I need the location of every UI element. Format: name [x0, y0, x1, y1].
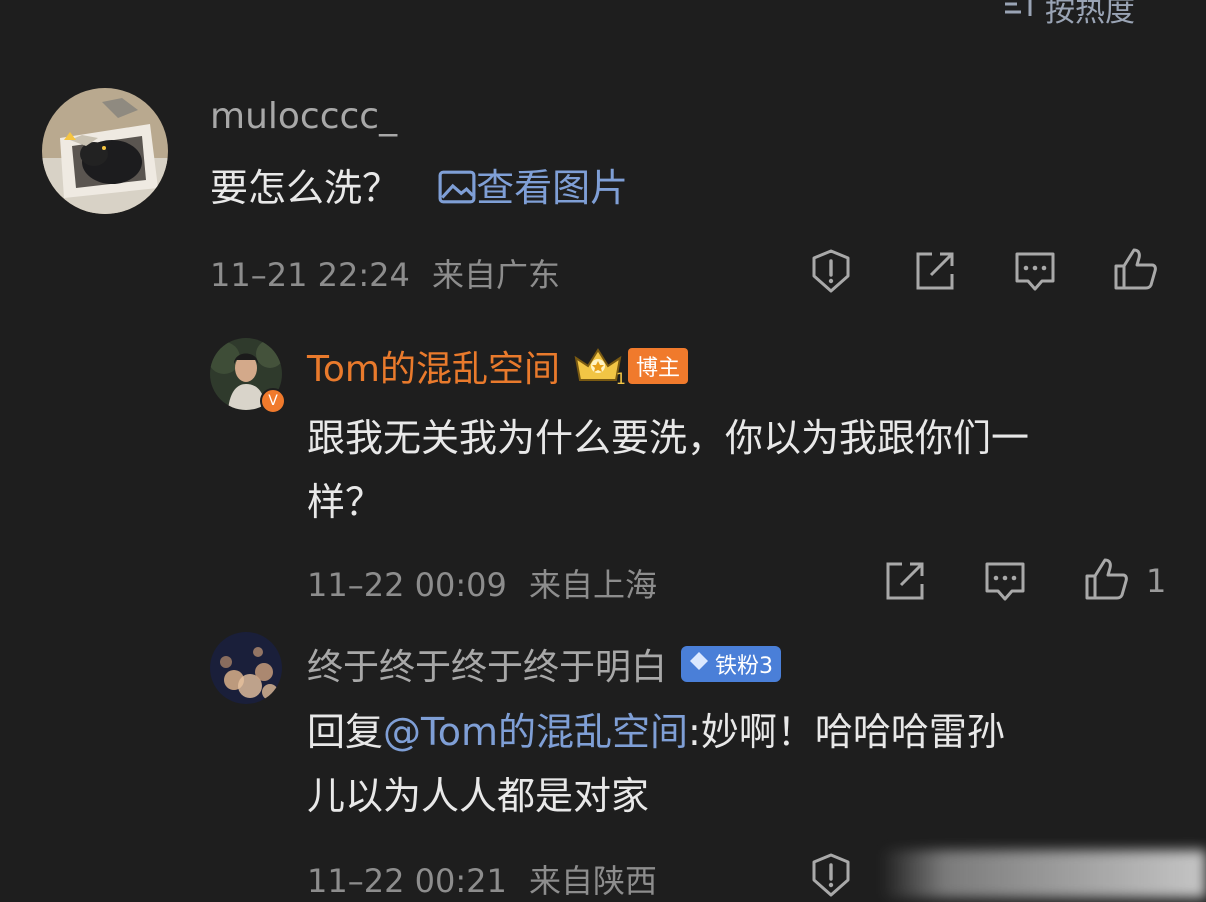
reply-time: 11–22 00:09 — [307, 566, 507, 604]
reply-text: 跟我无关我为什么要洗，你以为我跟你们一 样？ — [307, 406, 1177, 534]
report-icon[interactable] — [808, 248, 854, 294]
reply-text-line1: 跟我无关我为什么要洗，你以为我跟你们一 — [307, 416, 1030, 460]
sort-icon — [1003, 0, 1039, 30]
watermark-overlay — [880, 850, 1206, 898]
crown-icon: 1 — [572, 344, 626, 388]
verified-icon: V — [260, 388, 286, 414]
like-icon[interactable] — [1083, 556, 1129, 602]
share-icon[interactable] — [912, 248, 958, 294]
fan-badge-label: 铁粉3 — [715, 654, 774, 679]
comment-username[interactable]: mulocccc_ — [210, 96, 397, 137]
fan-badge: 铁粉3 — [681, 646, 782, 682]
view-image-label[interactable]: 查看图片 — [476, 166, 628, 210]
view-image-link[interactable]: 查看图片 — [438, 166, 628, 210]
mention-link[interactable]: @Tom的混乱空间 — [383, 710, 688, 754]
comment-text: 要怎么洗？ 查看图片 — [210, 156, 628, 220]
reply-icon[interactable] — [1012, 248, 1058, 294]
reply2-text-line2: 儿以为人人都是对家 — [307, 774, 650, 818]
comment-location: 来自广东 — [432, 256, 561, 294]
sort-label: 按热度 — [1045, 0, 1135, 29]
reply-author-row: Tom的混乱空间 1 博主 — [307, 340, 688, 392]
reply-meta: 11–22 00:09 来自上海 — [307, 560, 657, 606]
reply2-time: 11–22 00:21 — [307, 862, 507, 900]
comment-meta: 11–21 22:24 来自广东 — [210, 250, 560, 296]
reply-username[interactable]: Tom的混乱空间 — [307, 340, 560, 392]
avatar-mulocccc[interactable] — [42, 88, 168, 214]
diamond-icon — [690, 652, 709, 670]
crown-level: 1 — [615, 369, 626, 388]
like-icon[interactable] — [1112, 246, 1158, 292]
reply-icon[interactable] — [982, 558, 1028, 604]
like-count: 1 — [1146, 562, 1167, 600]
comment-body: 要怎么洗？ — [210, 166, 401, 210]
image-icon — [438, 170, 476, 204]
reply2-author-row: 终于终于终于终于明白 铁粉3 — [307, 638, 782, 690]
reply2-location: 来自陕西 — [529, 862, 658, 900]
sort-by-hot-button[interactable]: 按热度 — [1003, 0, 1135, 30]
reply-prefix: 回复 — [307, 710, 384, 754]
host-badge: 博主 — [627, 348, 688, 384]
reply-location: 来自上海 — [529, 566, 658, 604]
reply2-text-line1: 回复@Tom的混乱空间:妙啊！哈哈哈雷孙 — [307, 700, 1177, 764]
reply2-text: 回复@Tom的混乱空间:妙啊！哈哈哈雷孙 儿以为人人都是对家 — [307, 700, 1177, 828]
reply-text-line2: 样？ — [307, 480, 384, 524]
reply2-text-rest: :妙啊！哈哈哈雷孙 — [688, 710, 1005, 754]
avatar-fan[interactable] — [210, 632, 282, 704]
reply2-username[interactable]: 终于终于终于终于明白 — [307, 638, 667, 690]
share-icon[interactable] — [882, 558, 928, 604]
comment-time: 11–21 22:24 — [210, 256, 410, 294]
report-icon[interactable] — [808, 852, 854, 898]
reply2-meta: 11–22 00:21 来自陕西 — [307, 856, 657, 902]
